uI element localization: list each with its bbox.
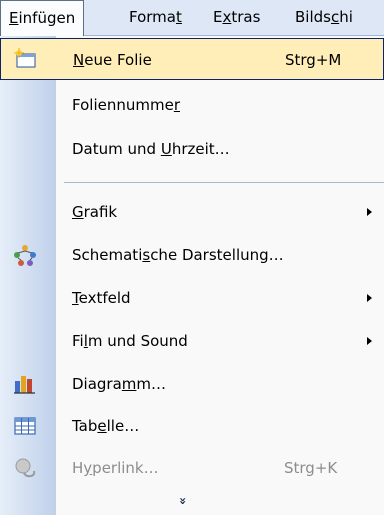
label-accel: N [73,51,85,69]
submenu-arrow-icon [367,294,372,302]
menu-einfuegen[interactable]: Einfügen [0,0,85,37]
label-pre: Diagra [72,375,122,393]
label-accel: G [72,203,84,221]
menu-item-neue-folie[interactable]: Neue Folie Strg+M [0,38,384,80]
menu-item-label: Grafik [72,191,117,233]
menu-item-label: Film und Sound [72,320,188,362]
menu-item-label: Neue Folie [73,39,152,81]
label-post: m… [136,375,167,393]
menu-separator [64,182,384,183]
menu-item-film-sound[interactable]: Film und Sound [0,320,384,362]
chart-icon [12,372,38,396]
label-pre: Foliennumme [72,96,174,114]
menu-item-textfeld[interactable]: Textfeld [0,277,384,319]
label-pre: H [72,459,84,477]
menu-item-tabelle[interactable]: Tabelle… [0,405,384,447]
menu-item-diagramm[interactable]: Diagramm… [0,363,384,405]
menu-item-hyperlink[interactable]: Hyperlink… Strg+K [0,447,384,489]
label-accel: U [160,140,172,158]
new-slide-icon [13,48,39,72]
menu-item-shortcut: Strg+M [285,51,342,69]
label-post: eue Folie [84,51,152,69]
label-accel: e [97,417,107,435]
submenu-arrow-icon [367,208,372,216]
table-icon [12,414,38,438]
label-post: perlink… [92,459,159,477]
menu-item-foliennummer[interactable]: Foliennummer [0,84,384,126]
menu-bildschirm-pre: Bilds [295,8,331,26]
menu-bar: Einfügen Format Extras Bildschi [0,0,384,37]
label-accel: m [121,375,137,393]
menu-item-shortcut: Strg+K [284,459,338,477]
expand-menu-chevron-icon[interactable]: » [172,492,194,510]
menu-format-pre: Forma [129,8,176,26]
diagram-gallery-icon [12,243,38,267]
label-post: hrzeit… [171,140,230,158]
menu-item-label: Textfeld [72,277,131,319]
menu-item-label: Tabelle… [72,405,139,447]
menu-item-datum-uhrzeit[interactable]: Datum und Uhrzeit… [0,128,384,170]
menu-extras-post: tras [231,8,261,26]
label-post: m und Sound [87,332,188,350]
menu-bildschirm-post: hi [339,8,353,26]
expand-glyph: » [175,497,190,505]
label-pre: Datum und [72,140,161,158]
menu-format-accel: t [175,8,182,26]
menu-einfuegen-rest: infügen [18,9,76,27]
menu-item-label: Schematische Darstellung… [72,234,284,276]
label-accel: r [173,96,180,114]
menu-item-grafik[interactable]: Grafik [0,191,384,233]
label-pre: Tab [72,417,98,435]
label-post: rafik [83,203,118,221]
einfuegen-dropdown: Neue Folie Strg+M Foliennummer Datum und… [0,36,384,515]
menu-bildschirm[interactable]: Bildschi [287,0,361,36]
submenu-arrow-icon [367,337,372,345]
menu-bildschirm-accel: c [330,8,340,26]
menu-item-schematische-darstellung[interactable]: Schematische Darstellung… [0,234,384,276]
hyperlink-globe-icon [12,456,38,480]
label-post: extfeld [78,289,131,307]
menu-item-label: Diagramm… [72,363,166,405]
menu-item-label: Datum und Uhrzeit… [72,128,230,170]
label-accel: s [142,246,151,264]
label-accel: T [72,289,79,307]
label-post: lle… [106,417,140,435]
label-pre: Schemati [72,246,143,264]
label-post: che Darstellung… [150,246,284,264]
menu-extras[interactable]: Extras [205,0,268,36]
menu-item-label: Foliennummer [72,84,180,126]
label-pre: Fi [72,332,84,350]
label-accel: y [83,459,93,477]
menu-item-label: Hyperlink… [72,447,159,489]
menu-format[interactable]: Format [121,0,190,36]
